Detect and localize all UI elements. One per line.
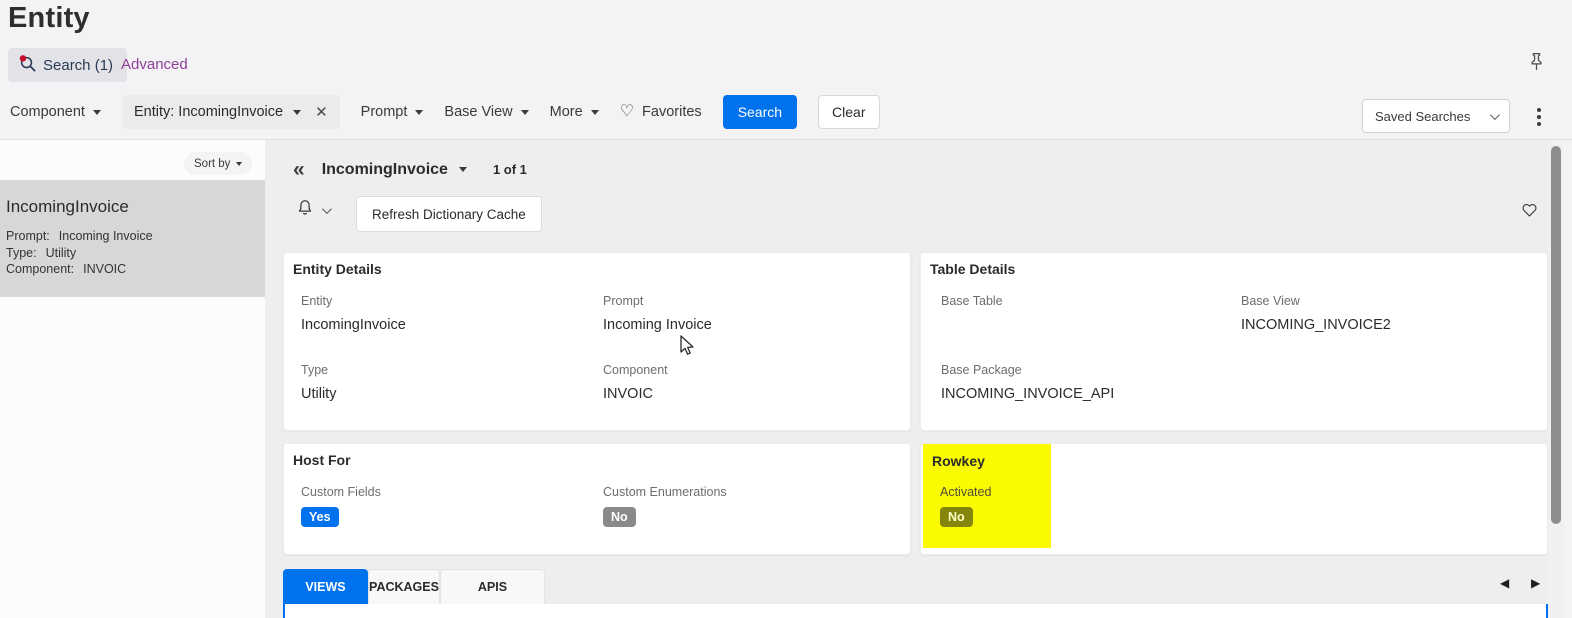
chevron-down-icon (293, 109, 302, 115)
field-component: Component INVOIC (603, 363, 668, 402)
field-custom-enumerations: Custom Enumerations No (603, 485, 727, 527)
page-title: Entity (8, 2, 90, 34)
entity-details-card: Entity Details Entity IncomingInvoice Pr… (283, 252, 911, 431)
field-base-view: Base View INCOMING_INVOICE2 (1241, 294, 1391, 333)
record-title: IncomingInvoice (321, 160, 448, 178)
field-base-table: Base Table (941, 294, 1003, 308)
result-title: IncomingInvoice (6, 197, 129, 216)
saved-searches-label: Saved Searches (1375, 108, 1471, 124)
result-row: Prompt: Incoming Invoice (6, 229, 153, 243)
yes-badge: Yes (301, 507, 339, 527)
rowkey-highlight: Rowkey Activated No (923, 444, 1051, 548)
field-prompt: Prompt Incoming Invoice (603, 294, 712, 333)
tab-apis[interactable]: APIS (440, 569, 545, 604)
saved-searches-dropdown[interactable]: Saved Searches (1362, 99, 1510, 133)
tab-packages[interactable]: PACKAGES (368, 569, 440, 604)
refresh-dictionary-cache-button[interactable]: Refresh Dictionary Cache (356, 196, 542, 232)
result-row: Type: Utility (6, 245, 77, 260)
favorites-label: Favorites (642, 104, 702, 120)
vertical-scrollbar[interactable] (1548, 140, 1564, 618)
filter-base-view-label: Base View (444, 104, 513, 120)
tabs-scroll-right-icon[interactable]: ▶ (1531, 577, 1540, 589)
field-type: Type Utility (301, 363, 337, 402)
result-row: Component: INVOIC (6, 262, 127, 276)
record-title-dropdown[interactable]: IncomingInvoice (322, 161, 467, 179)
search-results-icon (18, 54, 37, 77)
host-for-card: Host For Custom Fields Yes Custom Enumer… (283, 443, 911, 555)
record-pager: 1 of 1 (492, 162, 527, 177)
chevron-down-icon (415, 109, 424, 115)
filter-prompt-label: Prompt (360, 104, 408, 120)
chevron-down-icon (92, 109, 101, 115)
views-tab-panel (283, 604, 1548, 618)
sort-by-dropdown[interactable]: Sort by (184, 152, 253, 175)
search-button[interactable]: Search (722, 95, 798, 129)
field-activated: Activated No (940, 485, 991, 527)
sort-by-label: Sort by (194, 157, 231, 170)
filter-more-dropdown[interactable]: More (550, 104, 599, 120)
filter-chip-label: Entity: IncomingInvoice (133, 104, 284, 120)
chevron-down-icon (458, 167, 467, 172)
filter-base-view-dropdown[interactable]: Base View (444, 104, 529, 120)
card-title: Table Details (930, 261, 1016, 277)
filter-chip-entity[interactable]: Entity: IncomingInvoice ✕ (121, 95, 340, 129)
filter-bar: Component Entity: IncomingInvoice ✕ Prom… (10, 95, 880, 129)
filter-component-dropdown[interactable]: Component (10, 104, 101, 120)
field-custom-fields: Custom Fields Yes (301, 485, 381, 527)
no-badge: No (603, 507, 636, 527)
tab-views[interactable]: VIEWS (283, 569, 368, 604)
rowkey-card: Rowkey Activated No (920, 443, 1548, 555)
field-entity: Entity IncomingInvoice (301, 294, 406, 333)
card-title: Host For (293, 452, 351, 468)
results-sidebar: Sort by IncomingInvoice Prompt: Incoming … (0, 140, 265, 618)
clear-button[interactable]: Clear (818, 95, 880, 129)
favorite-record-heart-icon[interactable] (1521, 202, 1538, 223)
tab-advanced[interactable]: Advanced (121, 56, 188, 73)
heart-icon: ♡ (619, 103, 635, 120)
filter-more-label: More (549, 104, 583, 120)
more-options-icon[interactable] (1533, 104, 1545, 130)
field-base-package: Base Package INCOMING_INVOICE_API (941, 363, 1115, 402)
tab-search[interactable]: Search (1) (8, 48, 128, 82)
filter-component-label: Component (10, 104, 85, 120)
chevron-down-icon (236, 161, 243, 166)
filter-prompt-dropdown[interactable]: Prompt (361, 104, 424, 120)
favorites-button[interactable]: ♡ Favorites (619, 103, 702, 121)
notifications-bell-icon[interactable] (296, 198, 314, 223)
result-list-item[interactable]: IncomingInvoice Prompt: Incoming Invoice … (0, 180, 265, 297)
search-tab-label: Search (1) (43, 56, 114, 74)
collapse-panel-icon[interactable]: « (293, 159, 305, 180)
bell-chevron-down-icon[interactable] (321, 204, 332, 215)
tabs-scroll-left-icon[interactable]: ◀ (1500, 577, 1509, 589)
pin-icon[interactable] (1528, 52, 1545, 76)
card-title: Entity Details (293, 261, 382, 277)
remove-filter-icon[interactable]: ✕ (311, 103, 328, 121)
chevron-down-icon (590, 109, 599, 115)
table-details-card: Table Details Base Table Base View INCOM… (920, 252, 1548, 431)
chevron-down-icon (1489, 109, 1500, 120)
chevron-down-icon (520, 109, 529, 115)
no-badge: No (940, 507, 973, 527)
card-title: Rowkey (932, 453, 985, 469)
scrollbar-thumb[interactable] (1551, 146, 1561, 524)
